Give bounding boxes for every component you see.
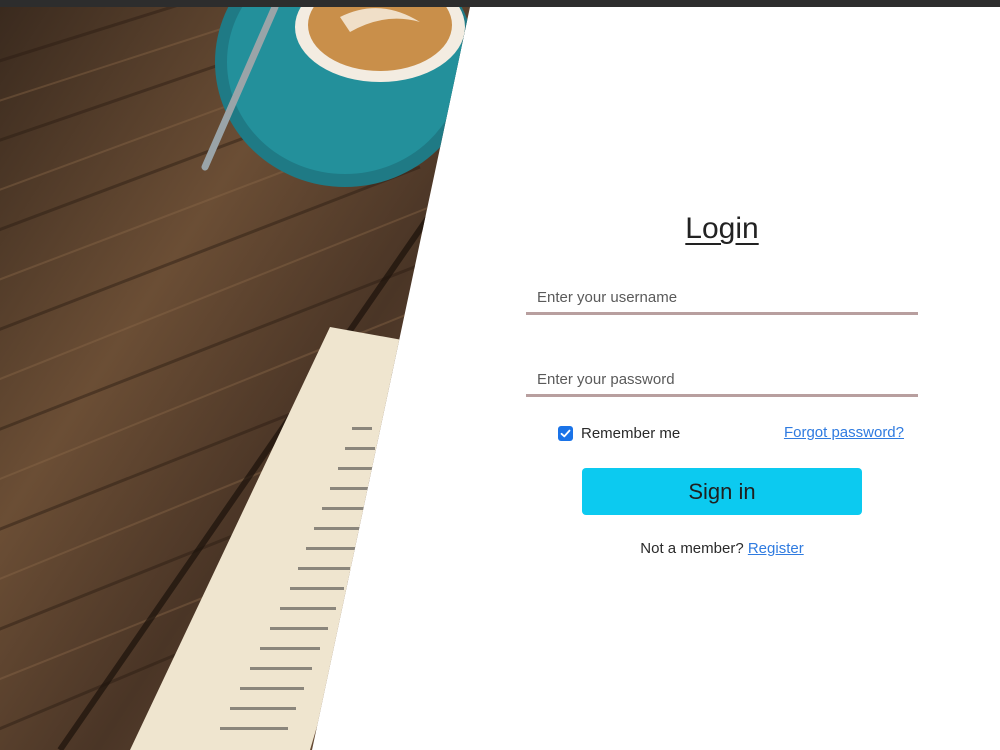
password-input[interactable] bbox=[526, 365, 918, 397]
checkmark-icon bbox=[560, 429, 571, 437]
register-link[interactable]: Register bbox=[748, 540, 804, 557]
register-row: Not a member? Register bbox=[520, 540, 924, 557]
login-panel: Login Remember me Forgot password? Sign … bbox=[520, 7, 924, 750]
options-row: Remember me Forgot password? bbox=[558, 422, 904, 444]
window-top-bar bbox=[0, 0, 1000, 7]
page-title: Login bbox=[685, 212, 759, 245]
forgot-password-link[interactable]: Forgot password? bbox=[784, 424, 904, 441]
not-member-text: Not a member? bbox=[640, 540, 748, 557]
username-input[interactable] bbox=[526, 283, 918, 315]
remember-me-control[interactable]: Remember me bbox=[558, 422, 680, 444]
remember-me-checkbox[interactable] bbox=[558, 425, 573, 441]
sign-in-button[interactable]: Sign in bbox=[582, 468, 862, 515]
remember-me-label: Remember me bbox=[581, 424, 681, 442]
